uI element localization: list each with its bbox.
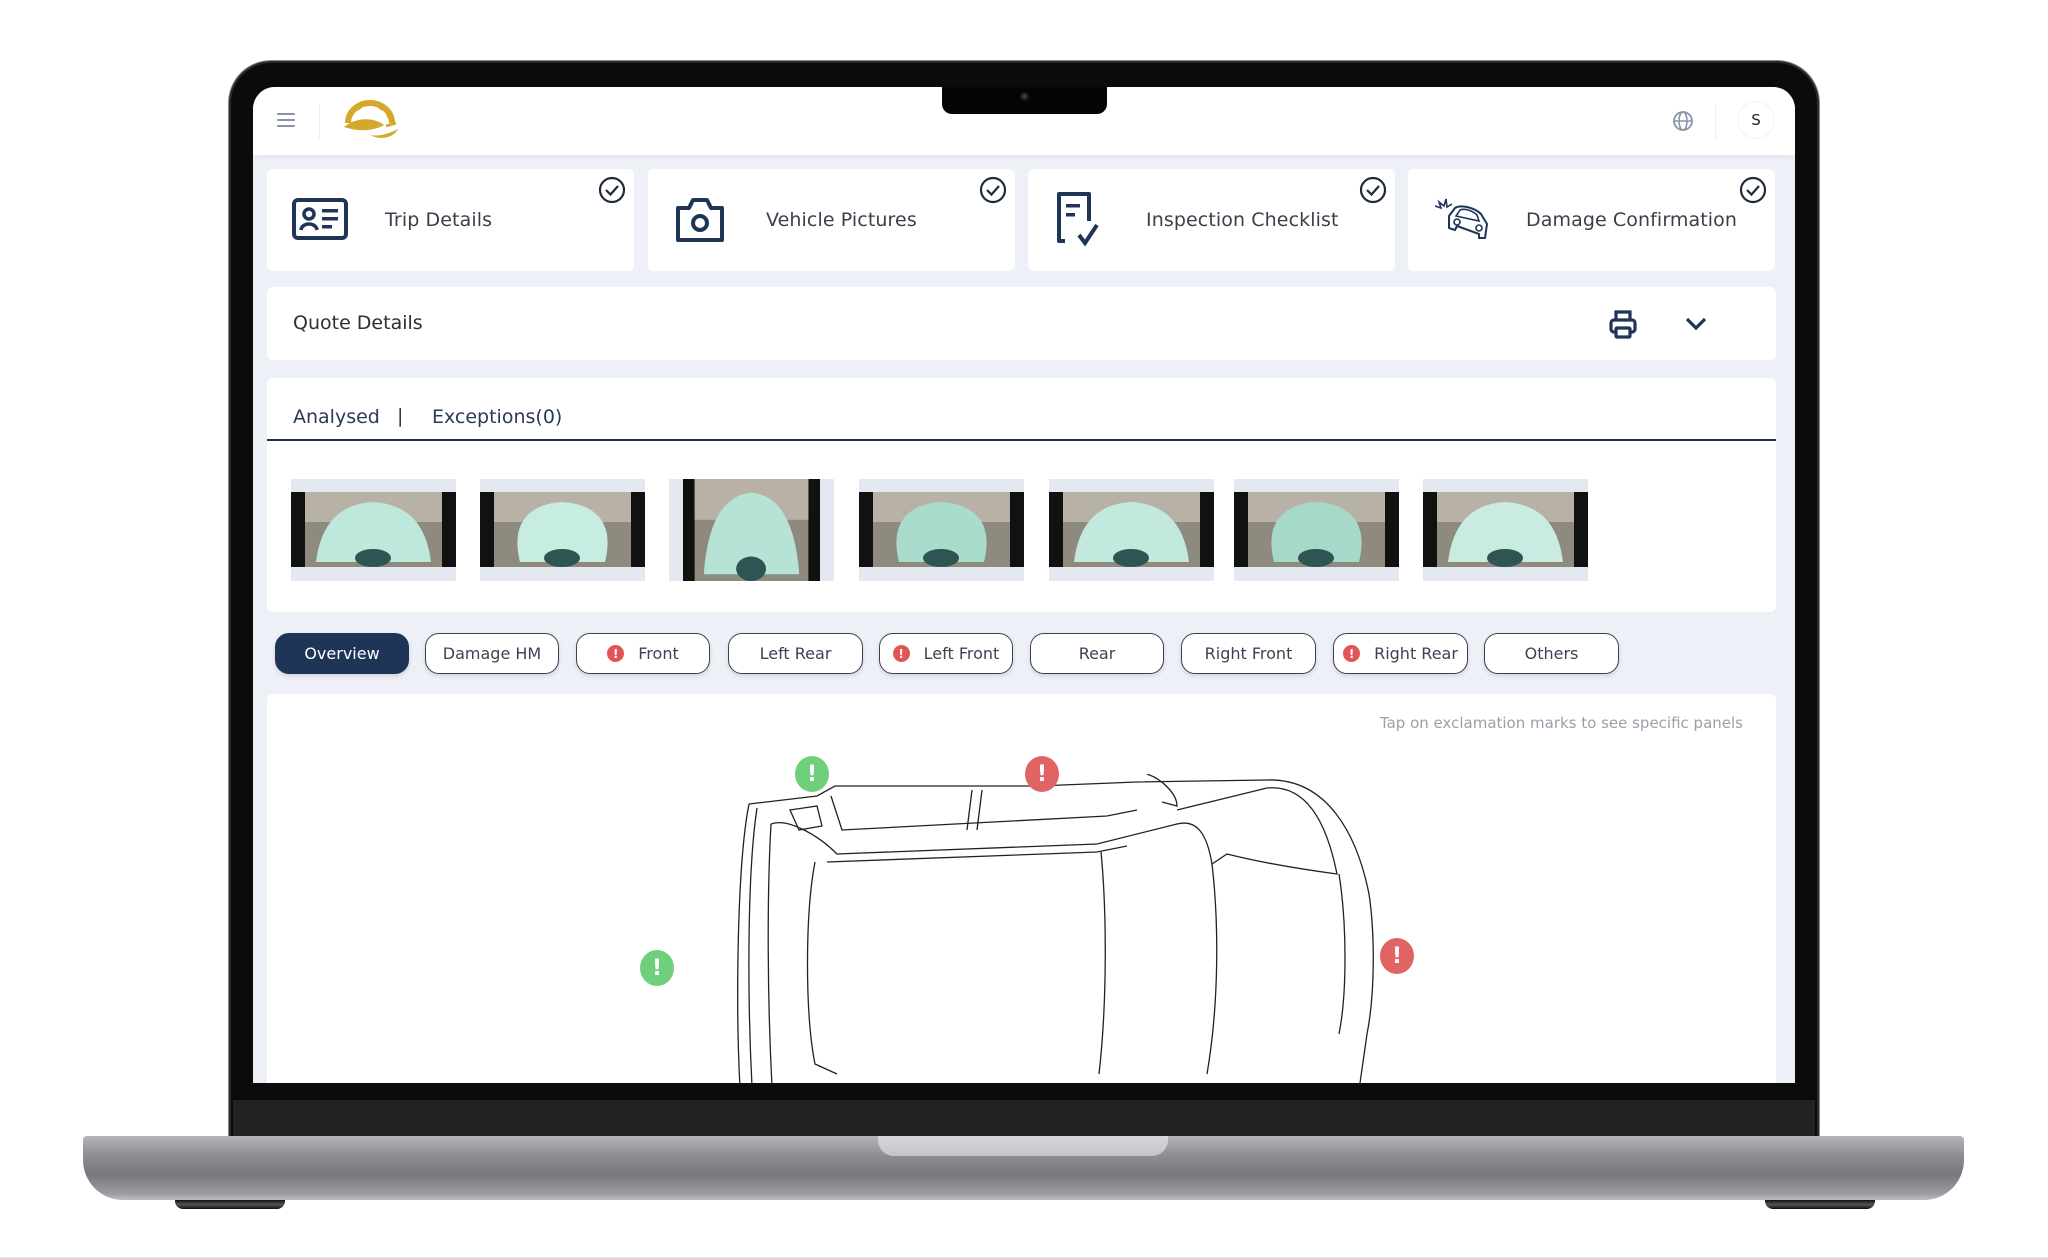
step-label: Trip Details (385, 209, 493, 231)
laptop-chin (233, 1100, 1815, 1137)
alert-icon: ! (892, 645, 910, 662)
brand-logo[interactable] (340, 99, 402, 141)
filter-label: Right Front (1204, 644, 1293, 663)
hamburger-icon[interactable] (277, 113, 295, 127)
filter-overview[interactable]: Overview (275, 633, 409, 674)
step-inspection-checklist[interactable]: Inspection Checklist (1028, 169, 1395, 271)
printer-icon[interactable] (1608, 308, 1638, 340)
check-circle-icon (1739, 176, 1767, 204)
step-vehicle-pictures[interactable]: Vehicle Pictures (648, 169, 1015, 271)
webcam (1020, 92, 1029, 101)
vehicle-thumbnail[interactable] (669, 479, 834, 581)
quote-details-panel[interactable]: Quote Details (267, 287, 1776, 360)
filter-right-front[interactable]: Right Front (1181, 633, 1316, 674)
vehicle-thumbnail[interactable] (1234, 479, 1399, 581)
chevron-down-icon[interactable] (1684, 315, 1708, 333)
filter-label: Right Rear (1374, 644, 1458, 663)
vehicle-photo (683, 479, 820, 581)
alert-icon: ! (607, 645, 625, 662)
vehicle-photo (1049, 492, 1214, 567)
vehicle-thumbnail[interactable] (1423, 479, 1588, 581)
car-top-view-diagram (737, 774, 1374, 1083)
vehicle-photo (291, 492, 456, 567)
filter-label: Overview (304, 644, 380, 663)
marker-left-rear[interactable]: ! (795, 756, 829, 792)
tab-underline (267, 439, 1776, 441)
quote-details-title: Quote Details (293, 312, 423, 334)
vehicle-thumbnail[interactable] (480, 479, 645, 581)
header-divider (319, 105, 320, 139)
filter-label: Left Rear (759, 644, 832, 663)
car-crash-icon (1434, 198, 1488, 239)
laptop-foot (175, 1200, 285, 1209)
camera-notch (942, 87, 1107, 114)
header-divider (1715, 105, 1716, 139)
diagram-hint: Tap on exclamation marks to see specific… (1379, 714, 1743, 732)
filter-left-rear[interactable]: Left Rear (728, 633, 863, 674)
filter-label: Rear (1078, 644, 1116, 663)
check-circle-icon (979, 176, 1007, 204)
step-trip-details[interactable]: Trip Details (267, 169, 634, 271)
vehicle-thumbnail[interactable] (1049, 479, 1214, 581)
filter-label: Others (1524, 644, 1579, 663)
user-avatar[interactable]: S (1737, 101, 1775, 139)
marker-rear[interactable]: ! (640, 950, 674, 986)
laptop-foot (1765, 1200, 1875, 1209)
vehicle-photo (859, 492, 1024, 567)
filter-damage-hm[interactable]: Damage HM (425, 633, 559, 674)
filter-rear[interactable]: Rear (1030, 633, 1164, 674)
camera-icon (676, 198, 724, 242)
step-damage-confirmation[interactable]: Damage Confirmation (1408, 169, 1775, 271)
check-circle-icon (1359, 176, 1387, 204)
tab-exceptions[interactable]: Exceptions(0) (432, 406, 562, 428)
analysis-panel: Analysed | Exceptions(0) (267, 378, 1776, 612)
check-circle-icon (598, 176, 626, 204)
vehicle-photo (480, 492, 645, 567)
filter-label: Damage HM (442, 644, 542, 663)
step-label: Vehicle Pictures (766, 209, 917, 231)
step-label: Damage Confirmation (1526, 209, 1738, 231)
filter-label: Left Front (923, 644, 1000, 663)
trackpad-notch (878, 1136, 1168, 1156)
id-card-icon (292, 198, 348, 240)
filter-right-rear[interactable]: ! Right Rear (1333, 633, 1468, 674)
filter-others[interactable]: Others (1484, 633, 1619, 674)
car-diagram-panel: Tap on exclamation marks to see specific… (267, 694, 1776, 1083)
app-screen: S Trip Details Vehicle Pictures Inspecti… (253, 87, 1795, 1083)
globe-icon[interactable] (1672, 110, 1694, 132)
vehicle-photo (1234, 492, 1399, 567)
filter-left-front[interactable]: ! Left Front (879, 633, 1013, 674)
step-label: Inspection Checklist (1146, 209, 1339, 231)
vehicle-thumbnail[interactable] (859, 479, 1024, 581)
checklist-icon (1057, 192, 1099, 247)
marker-left-front[interactable]: ! (1025, 756, 1059, 792)
marker-front[interactable]: ! (1380, 938, 1414, 974)
vehicle-photo (1423, 492, 1588, 567)
filter-label: Front (638, 644, 679, 663)
filter-front[interactable]: ! Front (576, 633, 710, 674)
alert-icon: ! (1343, 645, 1361, 662)
vehicle-thumbnail[interactable] (291, 479, 456, 581)
tab-analysed[interactable]: Analysed (293, 406, 380, 428)
tab-separator: | (397, 405, 404, 427)
